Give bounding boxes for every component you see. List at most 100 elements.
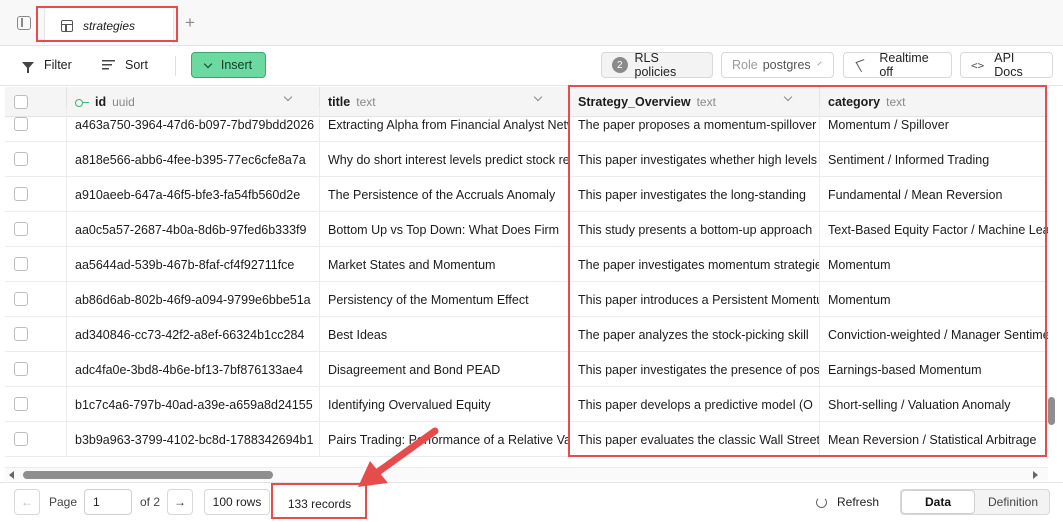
realtime-button[interactable]: Realtime off: [843, 51, 952, 79]
row-checkbox[interactable]: [14, 327, 28, 341]
cell-title[interactable]: Why do short interest levels predict sto…: [320, 142, 570, 177]
page-total: of 2: [140, 495, 161, 509]
cell-category[interactable]: Sentiment / Informed Trading: [820, 142, 1048, 177]
vertical-scroll-thumb[interactable]: [1048, 397, 1055, 425]
role-value: postgres: [762, 58, 811, 72]
cell-overview[interactable]: This paper evaluates the classic Wall St…: [570, 422, 820, 457]
cell-overview[interactable]: This paper investigates the long-standin…: [570, 177, 820, 212]
cell-id[interactable]: ab86d6ab-802b-46f9-a094-9799e6bbe51a: [67, 282, 320, 317]
cell-id[interactable]: aa5644ad-539b-467b-8faf-cf4f92711fce: [67, 247, 320, 282]
table-row[interactable]: aa0c5a57-2687-4b0a-8d6b-97fed6b333f9 Bott…: [5, 212, 1048, 247]
rows-per-page-button[interactable]: 100 rows: [204, 489, 270, 515]
table-row[interactable]: a463a750-3964-47d6-b097-7bd79bdd2026 Extr…: [5, 107, 1048, 142]
cell-category[interactable]: Momentum: [820, 247, 1048, 282]
horizontal-scrollbar[interactable]: [5, 467, 1048, 481]
table-row[interactable]: a910aeeb-647a-46f5-bfe3-fa54fb560d2e The …: [5, 177, 1048, 212]
cell-id[interactable]: aa0c5a57-2687-4b0a-8d6b-97fed6b333f9: [67, 212, 320, 247]
cell-title[interactable]: Best Ideas: [320, 317, 570, 352]
page-label: Page: [49, 495, 78, 509]
row-checkbox[interactable]: [14, 432, 28, 446]
rls-policies-button[interactable]: 2 RLS policies: [601, 51, 713, 79]
next-page-button[interactable]: →: [167, 489, 193, 515]
filter-button[interactable]: Filter: [22, 52, 72, 78]
cell-id[interactable]: a818e566-abb6-4fee-b395-77ec6cfe8a7a: [67, 142, 320, 177]
tab-strategies[interactable]: strategies: [44, 6, 174, 44]
cell-category[interactable]: Short-selling / Valuation Anomaly: [820, 387, 1048, 422]
definition-view-button[interactable]: Definition: [975, 490, 1051, 514]
sort-button[interactable]: Sort: [102, 52, 148, 78]
row-checkbox[interactable]: [14, 257, 28, 271]
cell-category[interactable]: Momentum / Spillover: [820, 107, 1048, 142]
row-select-cell: [5, 387, 67, 422]
cell-id[interactable]: a910aeeb-647a-46f5-bfe3-fa54fb560d2e: [67, 177, 320, 212]
chevron-down-icon[interactable]: [783, 92, 793, 102]
cell-id[interactable]: adc4fa0e-3bd8-4b6e-bf13-7bf876133ae4: [67, 352, 320, 387]
previous-page-button[interactable]: ←: [14, 489, 40, 515]
refresh-button[interactable]: Refresh: [816, 495, 879, 509]
pagination-footer: ← Page of 2 → 100 rows 133 records Refre…: [0, 482, 1063, 522]
cell-category[interactable]: Momentum: [820, 282, 1048, 317]
table-row[interactable]: b1c7c4a6-797b-40ad-a39e-a659a8d24155 Iden…: [5, 387, 1048, 422]
tab-label: strategies: [83, 18, 136, 33]
cell-overview[interactable]: This paper develops a predictive model (…: [570, 387, 820, 422]
row-select-cell: [5, 317, 67, 352]
cell-title[interactable]: Bottom Up vs Top Down: What Does Firm: [320, 212, 570, 247]
filter-label: Filter: [44, 58, 72, 72]
cell-overview[interactable]: This paper investigates the presence of …: [570, 352, 820, 387]
scroll-right-icon[interactable]: [1033, 471, 1038, 479]
cell-id[interactable]: b1c7c4a6-797b-40ad-a39e-a659a8d24155: [67, 387, 320, 422]
row-checkbox[interactable]: [14, 362, 28, 376]
table-row[interactable]: aa5644ad-539b-467b-8faf-cf4f92711fce Mark…: [5, 247, 1048, 282]
row-checkbox[interactable]: [14, 117, 28, 131]
row-select-cell: [5, 352, 67, 387]
table-row[interactable]: a818e566-abb6-4fee-b395-77ec6cfe8a7a Why …: [5, 142, 1048, 177]
scroll-left-icon[interactable]: [9, 471, 14, 479]
cell-id[interactable]: ad340846-cc73-42f2-a8ef-66324b1cc284: [67, 317, 320, 352]
api-docs-button[interactable]: <> API Docs: [960, 51, 1053, 79]
cell-title[interactable]: Identifying Overvalued Equity: [320, 387, 570, 422]
data-grid: id uuid title text Strategy_Overview tex…: [5, 87, 1048, 467]
insert-button[interactable]: Insert: [191, 52, 266, 78]
cursor-icon: [855, 58, 870, 72]
chevron-down-icon[interactable]: [283, 92, 293, 102]
row-checkbox[interactable]: [14, 222, 28, 236]
role-select[interactable]: Role postgres: [721, 52, 834, 78]
vertical-scrollbar[interactable]: [1048, 117, 1056, 467]
row-select-cell: [5, 177, 67, 212]
table-row[interactable]: ad340846-cc73-42f2-a8ef-66324b1cc284 Best…: [5, 317, 1048, 352]
cell-category[interactable]: Mean Reversion / Statistical Arbitrage: [820, 422, 1048, 457]
page-number-input[interactable]: [84, 489, 132, 515]
row-checkbox[interactable]: [14, 397, 28, 411]
horizontal-scroll-thumb[interactable]: [23, 471, 273, 479]
table-row[interactable]: b3b9a963-3799-4102-bc8d-1788342694b1 Pair…: [5, 422, 1048, 457]
cell-title[interactable]: Market States and Momentum: [320, 247, 570, 282]
cell-id[interactable]: b3b9a963-3799-4102-bc8d-1788342694b1: [67, 422, 320, 457]
cell-category[interactable]: Fundamental / Mean Reversion: [820, 177, 1048, 212]
row-checkbox[interactable]: [14, 152, 28, 166]
cell-overview[interactable]: The paper investigates momentum strategi…: [570, 247, 820, 282]
add-tab-icon[interactable]: +: [185, 14, 195, 31]
row-checkbox[interactable]: [14, 292, 28, 306]
cell-title[interactable]: Extracting Alpha from Financial Analyst …: [320, 107, 570, 142]
cell-overview[interactable]: This paper investigates whether high lev…: [570, 142, 820, 177]
cell-overview[interactable]: The paper proposes a momentum-spillover: [570, 107, 820, 142]
cell-overview[interactable]: The paper analyzes the stock-picking ski…: [570, 317, 820, 352]
data-view-button[interactable]: Data: [901, 490, 975, 514]
cell-overview[interactable]: This study presents a bottom-up approach: [570, 212, 820, 247]
cell-title[interactable]: Disagreement and Bond PEAD: [320, 352, 570, 387]
cell-category[interactable]: Conviction-weighted / Manager Sentiment: [820, 317, 1048, 352]
cell-id[interactable]: a463a750-3964-47d6-b097-7bd79bdd2026: [67, 107, 320, 142]
table-row[interactable]: adc4fa0e-3bd8-4b6e-bf13-7bf876133ae4 Disa…: [5, 352, 1048, 387]
table-row[interactable]: ab86d6ab-802b-46f9-a094-9799e6bbe51a Pers…: [5, 282, 1048, 317]
row-checkbox[interactable]: [14, 187, 28, 201]
filter-icon: [22, 61, 34, 73]
cell-category[interactable]: Text-Based Equity Factor / Machine Learn…: [820, 212, 1048, 247]
chevron-down-icon: [203, 59, 213, 68]
cell-title[interactable]: The Persistence of the Accruals Anomaly: [320, 177, 570, 212]
cell-title[interactable]: Persistency of the Momentum Effect: [320, 282, 570, 317]
cell-category[interactable]: Earnings-based Momentum: [820, 352, 1048, 387]
cell-overview[interactable]: This paper introduces a Persistent Momen…: [570, 282, 820, 317]
sidebar-toggle-icon[interactable]: [17, 16, 31, 30]
chevron-down-icon[interactable]: [533, 92, 543, 102]
row-select-cell: [5, 247, 67, 282]
